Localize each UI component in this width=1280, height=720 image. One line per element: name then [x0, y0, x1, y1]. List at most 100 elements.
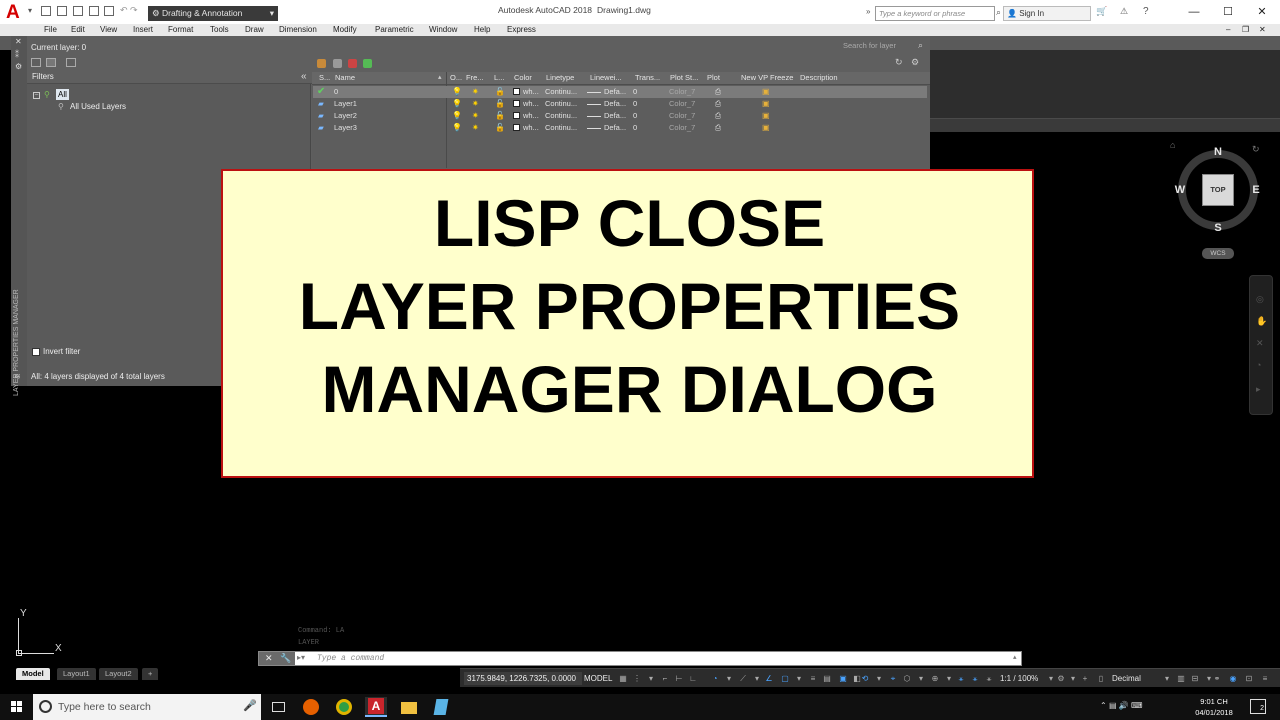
network-icon[interactable]: ▤: [1109, 701, 1117, 710]
model-space-button[interactable]: MODEL: [584, 672, 612, 685]
home-icon[interactable]: ⌂: [1170, 140, 1180, 150]
autocad-logo-icon[interactable]: A: [6, 3, 28, 23]
vp-freeze-icon[interactable]: ▣: [762, 110, 770, 122]
layer-transparency[interactable]: 0: [633, 98, 653, 110]
layer-linetype[interactable]: Continu...: [545, 122, 585, 134]
layer-lineweight[interactable]: Defa...: [587, 122, 631, 134]
freeze-sun-icon[interactable]: ✷: [472, 122, 479, 134]
col-color[interactable]: Color: [514, 72, 540, 84]
dropdown-icon[interactable]: ▾: [1162, 673, 1172, 684]
selection-filter-icon[interactable]: ⌖: [888, 673, 898, 684]
dropdown-icon[interactable]: ▾: [944, 673, 954, 684]
object-snap-icon[interactable]: ▢: [780, 673, 790, 684]
showmotion-icon[interactable]: ▸: [1256, 384, 1266, 394]
menu-insert[interactable]: Insert: [133, 24, 153, 36]
compass-east[interactable]: E: [1250, 184, 1262, 196]
infer-constraints-icon[interactable]: ⌐: [660, 673, 670, 684]
palette-close-icon[interactable]: ✕: [15, 37, 23, 47]
layer-color[interactable]: wh...: [513, 98, 543, 110]
menu-view[interactable]: View: [100, 24, 117, 36]
signin-button[interactable]: 👤 Sign In: [1003, 6, 1091, 21]
delete-layer-icon[interactable]: [348, 59, 357, 68]
plot-printer-icon[interactable]: ⎙: [715, 98, 721, 110]
plot-printer-icon[interactable]: ⎙: [715, 122, 721, 134]
menu-parametric[interactable]: Parametric: [375, 24, 414, 36]
dropdown-icon[interactable]: ▾: [794, 673, 804, 684]
layer-linetype[interactable]: Continu...: [545, 98, 585, 110]
autocad-taskbar-icon[interactable]: A: [365, 697, 387, 717]
menu-express[interactable]: Express: [507, 24, 536, 36]
col-name[interactable]: Name: [335, 72, 435, 84]
taskbar-search-input[interactable]: Type here to search: [33, 694, 261, 720]
save-as-icon[interactable]: [89, 6, 99, 16]
col-plot[interactable]: Plot: [707, 72, 731, 84]
grid-icon[interactable]: ▦: [618, 673, 628, 684]
doc-close-button[interactable]: ✕: [1259, 24, 1266, 36]
customization-menu-icon[interactable]: ≡: [1260, 673, 1270, 684]
on-off-bulb-icon[interactable]: 💡: [452, 86, 462, 98]
set-current-icon[interactable]: [363, 59, 372, 68]
layer-name[interactable]: 0: [334, 86, 434, 98]
autoscale-icon[interactable]: ⚹: [970, 673, 980, 684]
zoom-extents-icon[interactable]: ✕: [1256, 338, 1266, 348]
undo-redo-icon[interactable]: ↶ ↷: [120, 5, 144, 17]
new-file-icon[interactable]: [41, 6, 51, 16]
workspace-dropdown[interactable]: ⚙ Drafting & Annotation ▾: [148, 6, 278, 21]
orbit-icon[interactable]: ◔: [1256, 360, 1266, 370]
start-button[interactable]: [0, 694, 34, 720]
plot-printer-icon[interactable]: ⎙: [715, 86, 721, 98]
search-icon[interactable]: ⌕: [918, 40, 927, 50]
col-status[interactable]: S...: [319, 72, 333, 84]
layer-transparency[interactable]: 0: [633, 110, 653, 122]
new-layer-icon[interactable]: [317, 59, 326, 68]
dropdown-icon[interactable]: ▾: [1068, 673, 1078, 684]
vp-freeze-icon[interactable]: ▣: [762, 122, 770, 134]
menu-window[interactable]: Window: [429, 24, 457, 36]
layer-name[interactable]: Layer1: [334, 98, 434, 110]
col-description[interactable]: Description: [800, 72, 850, 84]
layer-transparency[interactable]: 0: [633, 122, 653, 134]
settings-gear-icon[interactable]: ⚙: [911, 57, 921, 67]
transparency-icon[interactable]: ▤: [822, 673, 832, 684]
compass-west[interactable]: W: [1174, 184, 1186, 196]
on-off-bulb-icon[interactable]: 💡: [452, 122, 462, 134]
open-file-icon[interactable]: [57, 6, 67, 16]
keyboard-icon[interactable]: ⌨: [1131, 701, 1143, 710]
collapse-filters-icon[interactable]: «: [301, 71, 307, 82]
app-menu-arrow-icon[interactable]: ▾: [28, 6, 34, 16]
layer-linetype[interactable]: Continu...: [545, 110, 585, 122]
compass-north[interactable]: N: [1212, 146, 1224, 158]
command-input[interactable]: Type a command: [317, 653, 384, 665]
palette-autohide-icon[interactable]: ⁑: [15, 50, 23, 60]
gizmo-icon[interactable]: ⬡: [902, 673, 912, 684]
dynamic-ucs-icon[interactable]: ⟲: [860, 673, 870, 684]
notepad-icon[interactable]: [430, 697, 452, 717]
annotation-icon[interactable]: ⚹: [984, 673, 994, 684]
dropdown-icon[interactable]: ▾: [916, 673, 926, 684]
filter-all[interactable]: All: [56, 89, 69, 100]
freeze-sun-icon[interactable]: ✷: [472, 86, 479, 98]
layer-name[interactable]: Layer3: [334, 122, 434, 134]
on-off-bulb-icon[interactable]: 💡: [452, 110, 462, 122]
unlock-icon[interactable]: 🔓: [495, 122, 505, 134]
freeze-sun-icon[interactable]: ✷: [472, 98, 479, 110]
clean-screen-icon[interactable]: ⊡: [1244, 673, 1254, 684]
snap-icon[interactable]: ⋮: [632, 673, 642, 684]
layer-lineweight[interactable]: Defa...: [587, 98, 631, 110]
chevron-up-icon[interactable]: ▴: [1013, 653, 1017, 661]
expand-search-icon[interactable]: »: [866, 7, 874, 19]
invert-filter-checkbox[interactable]: [32, 348, 40, 356]
vp-freeze-icon[interactable]: ▣: [762, 98, 770, 110]
dropdown-icon[interactable]: ▾: [1046, 673, 1056, 684]
col-transparency[interactable]: Trans...: [635, 72, 665, 84]
customize-icon[interactable]: 🔧: [280, 653, 291, 664]
isodraft-icon[interactable]: ⟋: [738, 673, 748, 684]
pan-icon[interactable]: ✋: [1256, 316, 1267, 326]
units-dropdown[interactable]: Decimal: [1112, 672, 1162, 685]
notifications-icon[interactable]: 2: [1250, 699, 1266, 714]
add-layout-button[interactable]: +: [142, 668, 159, 680]
tray-chevron-up-icon[interactable]: ⌃: [1100, 701, 1107, 710]
annotation-visibility-icon[interactable]: ⊕: [930, 673, 940, 684]
vp-freeze-icon[interactable]: ▣: [762, 86, 770, 98]
layer-color[interactable]: wh...: [513, 122, 543, 134]
